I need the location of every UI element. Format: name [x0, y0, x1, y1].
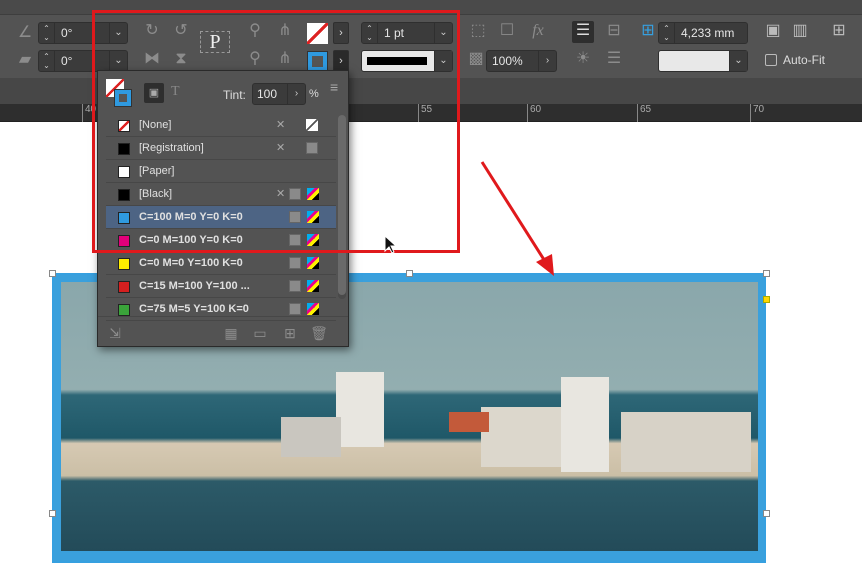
fit-content-frame-icon[interactable]: ▣: [762, 21, 784, 43]
annotation-rectangle: [92, 10, 460, 253]
roof: [449, 412, 489, 432]
new-swatch-icon[interactable]: ⊞: [279, 323, 301, 345]
wrap-offset-field[interactable]: ⌃ ⌄ 4,233 mm: [658, 22, 748, 44]
wrap-shape-icon[interactable]: ☀: [572, 49, 594, 71]
cmyk-mode-icon: [307, 257, 319, 269]
cmyk-mode-icon: [307, 303, 319, 315]
building: [281, 417, 341, 457]
stepper[interactable]: ⌃ ⌄: [659, 23, 675, 43]
resize-handle[interactable]: [763, 510, 770, 517]
resize-handle[interactable]: [763, 270, 770, 277]
shear-angle-value: 0°: [61, 54, 73, 68]
rotate-angle-value: 0°: [61, 26, 73, 40]
mouse-cursor-icon: [384, 235, 398, 254]
wrap-bounding-box-icon[interactable]: ⊟: [603, 21, 625, 43]
swatch-color-chip: [118, 281, 130, 293]
center-content-icon[interactable]: ⊞: [828, 21, 850, 43]
jump-object-icon[interactable]: ☰: [603, 49, 625, 71]
annotation-arrow: [480, 161, 554, 276]
drop-shadow-icon[interactable]: ☐: [496, 21, 518, 43]
building: [481, 407, 561, 467]
ruler-tick: 65: [637, 104, 651, 122]
fx-icon[interactable]: fx: [527, 21, 549, 43]
spot-process-icon: [289, 303, 301, 315]
shear-angle-icon: ▰: [18, 51, 32, 68]
spot-process-icon: [289, 257, 301, 269]
rotate-angle-icon: ∠: [17, 24, 33, 41]
live-corner-handle[interactable]: [763, 296, 770, 303]
contour-select[interactable]: ⌄: [658, 50, 748, 72]
resize-handle[interactable]: [406, 270, 413, 277]
swatch-row[interactable]: C=0 M=0 Y=100 K=0: [106, 252, 336, 275]
swatch-row[interactable]: C=75 M=5 Y=100 K=0: [106, 298, 336, 321]
resize-handle[interactable]: [49, 510, 56, 517]
swatch-name: C=15 M=100 Y=100 ...: [139, 280, 250, 292]
spot-process-icon: [289, 280, 301, 292]
fit-frame-content-icon[interactable]: ▥: [789, 21, 811, 43]
delete-swatch-icon[interactable]: 🗑: [308, 323, 330, 345]
opacity-value: 100%: [492, 54, 523, 68]
swatch-name: C=75 M=5 Y=100 K=0: [139, 303, 249, 315]
ruler-tick: 70: [750, 104, 764, 122]
new-group-folder-icon[interactable]: ▭: [249, 323, 271, 345]
text-wrap-none-icon[interactable]: ☰: [572, 21, 594, 43]
chevron-down-icon[interactable]: ⌄: [729, 51, 747, 71]
swatch-color-chip: [118, 304, 130, 316]
resize-handle[interactable]: [49, 270, 56, 277]
swatch-row[interactable]: C=15 M=100 Y=100 ...: [106, 275, 336, 298]
opacity-icon: ▩: [468, 50, 484, 67]
cmyk-mode-icon: [307, 280, 319, 292]
building: [621, 412, 751, 472]
wrap-offset-icon: ⊞: [641, 22, 655, 39]
stepper[interactable]: ⌃ ⌄: [39, 51, 55, 71]
autofit-checkbox[interactable]: [765, 54, 777, 66]
show-swatches-icon[interactable]: ⇲: [104, 323, 126, 345]
wrap-offset-value: 4,233 mm: [681, 26, 735, 40]
chevron-right-icon[interactable]: ›: [538, 51, 556, 71]
frame-corner-icon[interactable]: ⬚: [467, 21, 489, 43]
building: [336, 372, 384, 447]
swatch-color-chip: [118, 258, 130, 270]
opacity-field[interactable]: 100% ›: [486, 50, 557, 72]
swatch-name: C=0 M=0 Y=100 K=0: [139, 257, 243, 269]
building: [561, 377, 609, 472]
ruler-tick: 60: [527, 104, 541, 122]
swatch-views-icon[interactable]: ▦: [220, 323, 242, 345]
stepper[interactable]: ⌃ ⌄: [39, 23, 55, 43]
autofit-label: Auto-Fit: [783, 53, 826, 67]
